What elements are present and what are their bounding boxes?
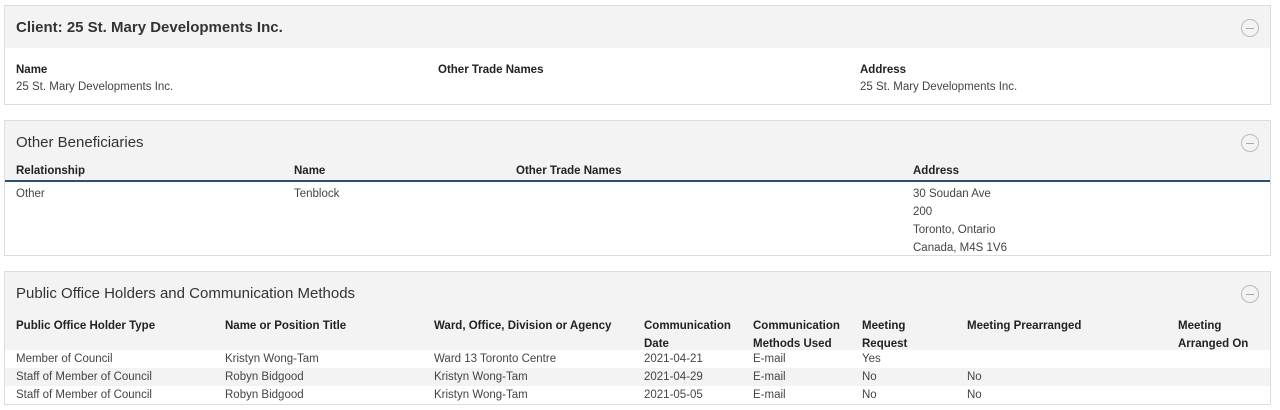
- column-header: Meeting Prearranged: [967, 317, 1081, 335]
- column-header: Other Trade Names: [516, 165, 622, 177]
- table-cell: E-mail: [753, 371, 786, 383]
- table-row: Member of Council Kristyn Wong-Tam Ward …: [5, 350, 1270, 368]
- column-header: Communication Date: [644, 317, 731, 353]
- poh-panel-header[interactable]: Public Office Holders and Communication …: [5, 272, 1270, 314]
- table-cell: Kristyn Wong-Tam: [434, 389, 528, 401]
- column-header: Name or Position Title: [225, 317, 346, 335]
- beneficiaries-panel: Other Beneficiaries Relationship Name Ot…: [4, 120, 1271, 256]
- table-cell: No: [967, 389, 982, 401]
- column-header-line: Ward, Office, Division or Agency: [434, 320, 612, 332]
- table-cell: No: [967, 371, 982, 383]
- column-header: Relationship: [16, 165, 86, 177]
- client-name-label: Name: [16, 64, 48, 76]
- beneficiaries-panel-header[interactable]: Other Beneficiaries: [5, 121, 1270, 163]
- client-panel: Client: 25 St. Mary Developments Inc. Na…: [4, 5, 1271, 105]
- table-cell: 2021-04-29: [644, 371, 703, 383]
- client-address-field: Address 25 St. Mary Developments Inc.: [860, 62, 1017, 96]
- poh-title: Public Office Holders and Communication …: [16, 284, 356, 302]
- column-header: Address: [913, 165, 960, 177]
- collapse-icon[interactable]: [1241, 134, 1259, 152]
- poh-table-header: Public Office Holder Type Name or Positi…: [5, 314, 1270, 350]
- address-line: Toronto, Ontario: [913, 224, 996, 236]
- table-row: Staff of Member of Council Robyn Bidgood…: [5, 368, 1270, 386]
- client-panel-header[interactable]: Client: 25 St. Mary Developments Inc.: [5, 6, 1270, 48]
- table-cell: No: [862, 371, 877, 383]
- beneficiary-relationship: Other: [16, 188, 45, 200]
- table-cell: Yes: [862, 353, 881, 365]
- table-cell: Kristyn Wong-Tam: [434, 371, 528, 383]
- collapse-icon[interactable]: [1241, 19, 1259, 37]
- client-trade-label: Other Trade Names: [438, 64, 544, 76]
- collapse-icon[interactable]: [1241, 285, 1259, 303]
- table-cell: 2021-05-05: [644, 389, 703, 401]
- column-header-line: Public Office Holder Type: [16, 320, 156, 332]
- table-cell: Staff of Member of Council: [16, 389, 152, 401]
- column-header-line: Meeting: [862, 320, 906, 332]
- column-header: Communication Methods Used: [753, 317, 840, 353]
- client-name-field: Name 25 St. Mary Developments Inc.: [16, 62, 173, 96]
- beneficiaries-title: Other Beneficiaries: [16, 133, 144, 151]
- address-line: Canada, M4S 1V6: [913, 242, 1007, 254]
- column-header: Meeting Request: [862, 317, 907, 353]
- column-header-line: Communication: [644, 320, 731, 332]
- table-cell: Staff of Member of Council: [16, 371, 152, 383]
- table-cell: Ward 13 Toronto Centre: [434, 353, 557, 365]
- address-line: 200: [913, 206, 933, 218]
- beneficiary-address: 30 Soudan Ave 200 Toronto, Ontario Canad…: [913, 185, 1007, 257]
- beneficiary-name: Tenblock: [294, 188, 340, 200]
- address-line: 30 Soudan Ave: [913, 188, 991, 200]
- table-cell: No: [862, 389, 877, 401]
- column-header: Name: [294, 165, 326, 177]
- table-cell: Kristyn Wong-Tam: [225, 353, 319, 365]
- column-header-line: Communication: [753, 320, 840, 332]
- column-header-line: Meeting: [1178, 320, 1222, 332]
- column-header: Ward, Office, Division or Agency: [434, 317, 611, 335]
- column-header: Meeting Arranged On: [1178, 317, 1248, 353]
- table-cell: Robyn Bidgood: [225, 389, 304, 401]
- column-header-line: Meeting Prearranged: [967, 320, 1082, 332]
- client-title: Client: 25 St. Mary Developments Inc.: [16, 18, 283, 36]
- table-row: Staff of Member of Council Robyn Bidgood…: [5, 386, 1270, 404]
- client-address-value: 25 St. Mary Developments Inc.: [860, 81, 1018, 93]
- client-address-label: Address: [860, 64, 907, 76]
- poh-table-body: Member of Council Kristyn Wong-Tam Ward …: [5, 350, 1270, 404]
- column-header-line: Name or Position Title: [225, 320, 347, 332]
- table-cell: E-mail: [753, 389, 786, 401]
- table-cell: Member of Council: [16, 353, 113, 365]
- table-row: Other Tenblock 30 Soudan Ave 200 Toronto…: [5, 182, 1270, 256]
- table-cell: E-mail: [753, 353, 786, 365]
- beneficiaries-table-header: Relationship Name Other Trade Names Addr…: [5, 163, 1270, 182]
- column-header: Public Office Holder Type: [16, 317, 155, 335]
- table-cell: 2021-04-21: [644, 353, 703, 365]
- client-trade-field: Other Trade Names: [438, 62, 543, 78]
- public-office-holders-panel: Public Office Holders and Communication …: [4, 271, 1271, 405]
- client-name-value: 25 St. Mary Developments Inc.: [16, 81, 174, 93]
- table-cell: Robyn Bidgood: [225, 371, 304, 383]
